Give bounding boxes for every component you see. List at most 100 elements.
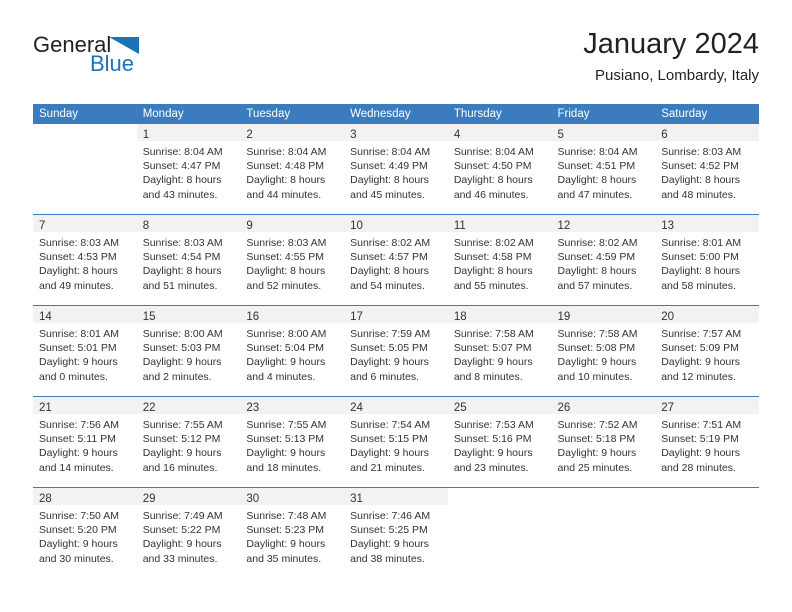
day-number-band: 25 [447, 397, 552, 414]
calendar-week-row: 14 Sunrise: 8:01 AM Sunset: 5:01 PM Dayligh… [33, 305, 759, 397]
day-cell-inner: 8 Sunrise: 8:03 AM Sunset: 4:54 PM Daylight… [136, 215, 241, 305]
sunset-text: Sunset: 5:25 PM [350, 524, 428, 537]
sunset-text: Sunset: 4:55 PM [246, 251, 325, 264]
day-cell-details: Sunrise: 8:04 AM Sunset: 4:48 PM Daylight:… [240, 141, 344, 202]
day-number-band: 7 [33, 215, 137, 232]
sunrise-text: Sunrise: 7:51 AM [661, 419, 742, 431]
daylight-text-line2: and 45 minutes. [350, 188, 425, 201]
sunset-text: Sunset: 5:08 PM [557, 342, 636, 355]
daylight-text-line2: and 2 minutes. [142, 370, 212, 383]
calendar-week-row: 1 Sunrise: 8:04 AM Sunset: 4:47 PM Daylight… [33, 124, 759, 215]
calendar-day-cell[interactable]: 7 Sunrise: 8:03 AM Sunset: 4:53 PM Daylight… [33, 214, 137, 306]
day-cell-inner: 11 Sunrise: 8:02 AM Sunset: 4:58 PM Dayligh… [447, 215, 552, 305]
title-block: January 2024 Pusiano, Lombardy, Italy [583, 28, 759, 85]
daylight-text-line2: and 55 minutes. [453, 279, 529, 292]
weekday-header-row: Sunday Monday Tuesday Wednesday Thursday Frid… [33, 104, 759, 124]
day-cell-details: Sunrise: 7:58 AM Sunset: 5:07 PM Daylight:… [448, 323, 552, 384]
calendar-day-cell[interactable]: 6 Sunrise: 8:03 AM Sunset: 4:52 PM Daylight… [655, 124, 759, 215]
day-number: 3 [350, 129, 357, 141]
calendar-day-cell[interactable]: 27 Sunrise: 7:51 AM Sunset: 5:19 PM Dayligh… [655, 396, 759, 488]
calendar-day-cell[interactable]: 31 Sunrise: 7:46 AM Sunset: 5:25 PM Dayligh… [344, 487, 448, 578]
day-number-band: 8 [136, 215, 241, 232]
day-cell-details [552, 505, 656, 509]
calendar-day-cell[interactable]: 15 Sunrise: 8:00 AM Sunset: 5:03 PM Dayligh… [136, 305, 241, 397]
day-number-band: 18 [447, 306, 552, 323]
calendar-day-cell[interactable]: 23 Sunrise: 7:55 AM Sunset: 5:13 PM Dayligh… [240, 396, 345, 488]
calendar-day-cell[interactable]: 12 Sunrise: 8:02 AM Sunset: 4:59 PM Dayligh… [551, 214, 656, 306]
day-number: 29 [142, 493, 156, 505]
daylight-text-line1: Daylight: 9 hours [246, 447, 326, 460]
daylight-text-line1: Daylight: 8 hours [661, 174, 741, 187]
day-number-band: 3 [344, 124, 448, 141]
day-cell-details: Sunrise: 7:49 AM Sunset: 5:22 PM Daylight:… [137, 505, 241, 566]
daylight-text-line1: Daylight: 8 hours [661, 265, 741, 278]
calendar-day-cell[interactable]: 24 Sunrise: 7:54 AM Sunset: 5:15 PM Dayligh… [344, 396, 448, 488]
calendar-day-cell[interactable]: 30 Sunrise: 7:48 AM Sunset: 5:23 PM Dayligh… [240, 487, 345, 578]
daylight-text-line1: Daylight: 9 hours [350, 447, 429, 460]
sunrise-text: Sunrise: 8:02 AM [557, 237, 638, 249]
sunrise-text: Sunrise: 8:03 AM [142, 237, 223, 249]
calendar-day-cell[interactable]: 18 Sunrise: 7:58 AM Sunset: 5:07 PM Dayligh… [447, 305, 552, 397]
sunset-text: Sunset: 4:57 PM [350, 251, 428, 264]
calendar-day-cell[interactable]: 20 Sunrise: 7:57 AM Sunset: 5:09 PM Dayligh… [655, 305, 759, 397]
calendar-day-cell[interactable]: 10 Sunrise: 8:02 AM Sunset: 4:57 PM Dayligh… [344, 214, 448, 306]
day-number: 7 [39, 220, 46, 232]
day-number-band: 10 [344, 215, 448, 232]
calendar-day-cell[interactable]: 2 Sunrise: 8:04 AM Sunset: 4:48 PM Daylight… [240, 124, 345, 215]
sunrise-text: Sunrise: 8:03 AM [661, 146, 742, 158]
calendar-day-cell[interactable]: 22 Sunrise: 7:55 AM Sunset: 5:12 PM Dayligh… [136, 396, 241, 488]
calendar-day-cell[interactable]: 11 Sunrise: 8:02 AM Sunset: 4:58 PM Dayligh… [447, 214, 552, 306]
day-cell-inner [655, 488, 759, 578]
day-cell-details: Sunrise: 8:04 AM Sunset: 4:47 PM Daylight:… [137, 141, 241, 202]
sunset-text: Sunset: 5:13 PM [246, 433, 325, 446]
sunset-text: Sunset: 5:12 PM [142, 433, 221, 446]
day-number-band: 6 [655, 124, 759, 141]
calendar-day-cell[interactable]: 14 Sunrise: 8:01 AM Sunset: 5:01 PM Dayligh… [33, 305, 137, 397]
general-blue-logo[interactable]: General Blue [33, 34, 233, 90]
sunrise-text: Sunrise: 7:46 AM [350, 510, 431, 522]
calendar-day-cell[interactable]: 16 Sunrise: 8:00 AM Sunset: 5:04 PM Dayligh… [240, 305, 345, 397]
day-cell-details [33, 141, 137, 145]
calendar-day-cell[interactable]: 4 Sunrise: 8:04 AM Sunset: 4:50 PM Daylight… [447, 124, 552, 215]
weekday-header-wednesday: Wednesday [344, 104, 448, 124]
day-cell-inner: 20 Sunrise: 7:57 AM Sunset: 5:09 PM Dayligh… [655, 306, 759, 396]
day-cell-inner: 23 Sunrise: 7:55 AM Sunset: 5:13 PM Dayligh… [240, 397, 345, 487]
day-cell-inner: 18 Sunrise: 7:58 AM Sunset: 5:07 PM Dayligh… [447, 306, 552, 396]
day-cell-details [448, 505, 552, 509]
daylight-text-line2: and 23 minutes. [453, 461, 529, 474]
sunset-text: Sunset: 4:58 PM [453, 251, 532, 264]
calendar-day-cell[interactable]: 29 Sunrise: 7:49 AM Sunset: 5:22 PM Dayligh… [136, 487, 241, 578]
calendar-day-cell[interactable]: 3 Sunrise: 8:04 AM Sunset: 4:49 PM Daylight… [344, 124, 448, 215]
calendar-day-cell[interactable]: 26 Sunrise: 7:52 AM Sunset: 5:18 PM Dayligh… [551, 396, 656, 488]
calendar-day-cell[interactable]: 25 Sunrise: 7:53 AM Sunset: 5:16 PM Dayligh… [447, 396, 552, 488]
page-header: General Blue January 2024 Pusiano, Lomba… [33, 28, 759, 96]
day-number-band: 5 [551, 124, 656, 141]
weekday-header-saturday: Saturday [655, 104, 759, 124]
day-number: 6 [661, 129, 668, 141]
calendar-day-cell[interactable]: 28 Sunrise: 7:50 AM Sunset: 5:20 PM Dayligh… [33, 487, 137, 578]
calendar-day-cell[interactable]: 21 Sunrise: 7:56 AM Sunset: 5:11 PM Dayligh… [33, 396, 137, 488]
day-number: 30 [246, 493, 260, 505]
calendar-day-cell[interactable]: 1 Sunrise: 8:04 AM Sunset: 4:47 PM Daylight… [136, 124, 241, 215]
sunset-text: Sunset: 5:15 PM [350, 433, 428, 446]
calendar-day-cell[interactable]: 9 Sunrise: 8:03 AM Sunset: 4:55 PM Daylight… [240, 214, 345, 306]
daylight-text-line2: and 54 minutes. [350, 279, 425, 292]
daylight-text-line2: and 30 minutes. [39, 552, 114, 565]
daylight-text-line2: and 43 minutes. [142, 188, 218, 201]
sunrise-text: Sunrise: 8:04 AM [557, 146, 638, 158]
calendar-day-cell[interactable]: 19 Sunrise: 7:58 AM Sunset: 5:08 PM Dayligh… [551, 305, 656, 397]
sunset-text: Sunset: 4:53 PM [39, 251, 117, 264]
day-cell-details: Sunrise: 8:04 AM Sunset: 4:49 PM Daylight:… [344, 141, 448, 202]
calendar-day-cell[interactable]: 13 Sunrise: 8:01 AM Sunset: 5:00 PM Dayligh… [655, 214, 759, 306]
daylight-text-line1: Daylight: 8 hours [246, 174, 326, 187]
calendar-day-cell[interactable]: 17 Sunrise: 7:59 AM Sunset: 5:05 PM Dayligh… [344, 305, 448, 397]
day-number-band: 22 [136, 397, 241, 414]
day-number-band: 29 [136, 488, 241, 505]
day-number-band [551, 488, 656, 505]
sunrise-text: Sunrise: 7:52 AM [557, 419, 638, 431]
calendar-day-cell[interactable]: 5 Sunrise: 8:04 AM Sunset: 4:51 PM Daylight… [551, 124, 656, 215]
calendar-day-cell[interactable]: 8 Sunrise: 8:03 AM Sunset: 4:54 PM Daylight… [136, 214, 241, 306]
day-number: 21 [39, 402, 52, 414]
daylight-text-line2: and 44 minutes. [246, 188, 322, 201]
day-cell-inner: 15 Sunrise: 8:00 AM Sunset: 5:03 PM Dayligh… [136, 306, 241, 396]
